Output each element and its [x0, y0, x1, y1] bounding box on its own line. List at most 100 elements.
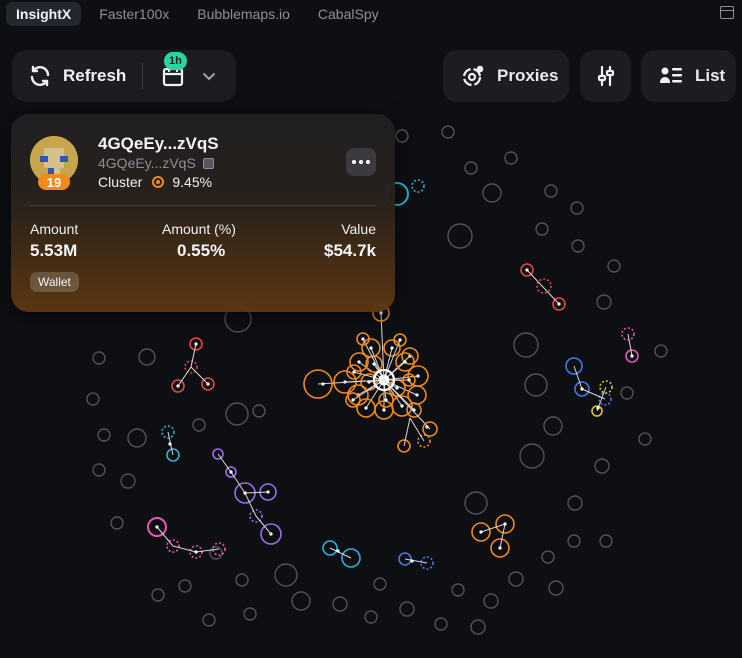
holder-bubble[interactable] [470, 619, 486, 635]
link-arrow [403, 360, 407, 364]
holder-bubble[interactable] [178, 579, 192, 593]
holder-bubble[interactable] [332, 596, 348, 612]
link-arrow [395, 386, 399, 390]
holder-bubble[interactable] [571, 239, 585, 253]
copy-icon[interactable] [202, 157, 214, 169]
link-arrow [415, 393, 419, 397]
holder-bubble[interactable] [192, 418, 206, 432]
holder-bubble[interactable] [86, 392, 100, 406]
holder-bubble[interactable] [92, 463, 106, 477]
holder-bubble[interactable] [594, 458, 610, 474]
filter-button[interactable] [580, 50, 631, 102]
holder-bubble[interactable] [447, 223, 473, 249]
chevron-down-icon [203, 73, 216, 81]
timeframe-dropdown[interactable] [149, 50, 229, 102]
link-arrow [155, 525, 159, 529]
holder-bubble[interactable] [243, 607, 257, 621]
tab-cabalspy[interactable]: CabalSpy [308, 2, 389, 26]
holder-bubble[interactable] [138, 348, 156, 366]
holder-bubble[interactable] [411, 179, 425, 193]
holder-bubble[interactable] [110, 516, 124, 530]
holder-bubble[interactable] [524, 373, 548, 397]
link-arrow [407, 378, 411, 382]
holder-bubble[interactable] [654, 344, 668, 358]
holder-bubble[interactable] [303, 369, 333, 399]
holder-bubble[interactable] [451, 583, 465, 597]
holder-bubble[interactable] [434, 617, 448, 631]
holder-bubble[interactable] [548, 580, 564, 596]
amount-value: 5.53M [30, 241, 78, 260]
link-arrow [630, 354, 634, 358]
link-arrow [364, 406, 368, 410]
tab-faster100x[interactable]: Faster100x [89, 2, 179, 26]
holder-bubble[interactable] [596, 294, 612, 310]
holder-bubble[interactable] [373, 577, 387, 591]
refresh-icon [30, 65, 50, 87]
proxies-button[interactable]: Proxies [443, 50, 569, 102]
holder-bubble[interactable] [483, 593, 499, 609]
holder-bubble[interactable] [151, 588, 165, 602]
holder-bubble[interactable] [225, 402, 249, 426]
proxies-icon [462, 65, 484, 87]
cluster-row: Cluster 9.45% [98, 174, 212, 190]
holder-bubble[interactable] [567, 534, 581, 548]
holder-bubble[interactable] [127, 428, 147, 448]
more-options-button[interactable] [346, 148, 376, 176]
refresh-button[interactable]: Refresh [12, 50, 142, 102]
holder-bubble[interactable] [97, 428, 111, 442]
holder-bubble[interactable] [567, 495, 583, 511]
holder-bubble[interactable] [291, 591, 311, 611]
refresh-label: Refresh [63, 66, 127, 85]
sliders-icon [597, 65, 614, 87]
holder-bubble[interactable] [543, 416, 563, 436]
link-arrow [266, 490, 270, 494]
holder-bubble[interactable] [544, 184, 558, 198]
link-arrow [390, 346, 394, 350]
link-arrow [410, 559, 414, 563]
holder-bubble[interactable] [92, 351, 106, 365]
link-arrow [384, 398, 388, 402]
holder-bubble[interactable] [441, 125, 455, 139]
holder-bubble[interactable] [464, 161, 478, 175]
holder-bubble[interactable] [274, 563, 298, 587]
value-value: $54.7k [324, 241, 376, 260]
holder-bubble[interactable] [541, 550, 555, 564]
holder-bubble[interactable] [519, 443, 545, 469]
link-arrow [416, 374, 420, 378]
holder-bubble[interactable] [464, 491, 488, 515]
holder-bubble[interactable] [536, 278, 552, 294]
holder-bubble[interactable] [235, 573, 249, 587]
link-arrow [194, 550, 198, 554]
transfer-link [217, 453, 232, 473]
tab-insightx[interactable]: InsightX [6, 2, 82, 26]
holder-bubble[interactable] [482, 183, 502, 203]
holder-bubble[interactable] [399, 601, 415, 617]
list-button[interactable]: List [641, 50, 736, 102]
holder-bubble[interactable] [395, 129, 409, 143]
holder-bubble[interactable] [638, 432, 652, 446]
window-icon[interactable] [720, 6, 734, 19]
link-arrow [382, 408, 386, 412]
holder-bubble[interactable] [570, 201, 584, 215]
link-arrow [503, 522, 507, 526]
holder-bubble[interactable] [508, 571, 524, 587]
card-divider [30, 205, 376, 206]
holder-bubble[interactable] [513, 332, 539, 358]
transfer-link [409, 417, 425, 442]
holder-bubble[interactable] [202, 613, 216, 627]
holder-bubble[interactable] [620, 386, 634, 400]
list-label: List [695, 66, 726, 85]
holder-bubble[interactable] [364, 610, 378, 624]
holder-bubble[interactable] [422, 421, 438, 437]
link-arrow [357, 360, 361, 364]
holder-bubble[interactable] [599, 534, 613, 548]
holder-bubble[interactable] [120, 473, 136, 489]
holder-bubble[interactable] [535, 222, 549, 236]
holder-bubble[interactable] [607, 259, 621, 273]
refresh-group: Refresh [12, 50, 236, 102]
holder-bubble[interactable] [504, 151, 518, 165]
holder-bubble[interactable] [252, 404, 266, 418]
link-arrow [425, 425, 429, 429]
tab-bubblemaps[interactable]: Bubblemaps.io [187, 2, 300, 26]
link-arrow [498, 546, 502, 550]
